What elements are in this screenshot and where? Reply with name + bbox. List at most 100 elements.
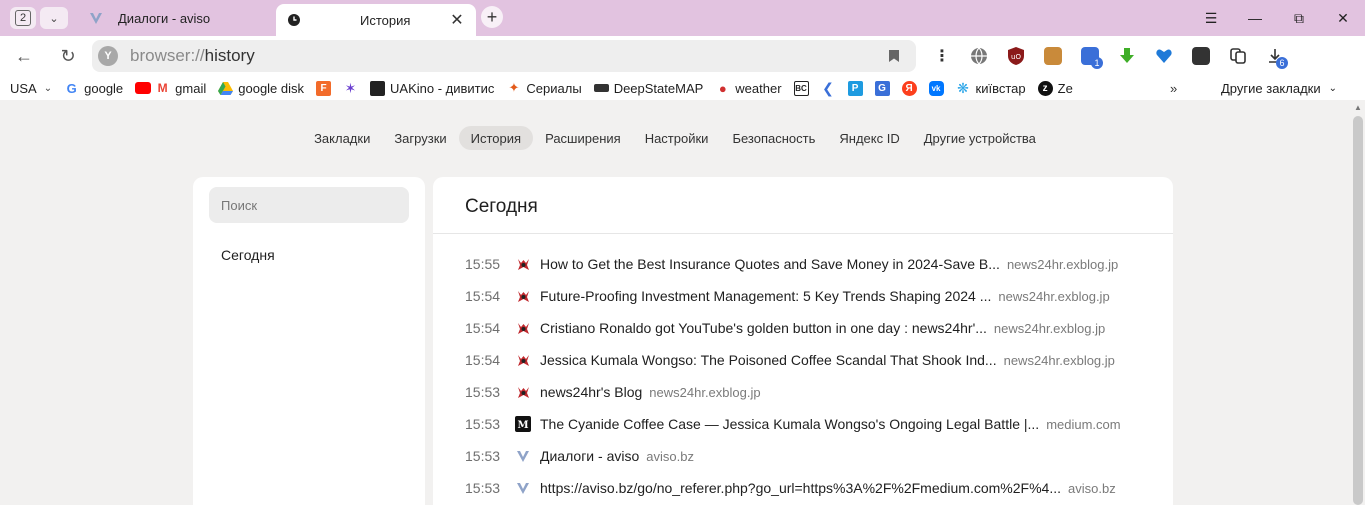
bookmark-uakino[interactable]: UAKino - дивитис bbox=[370, 80, 494, 96]
tab-aviso[interactable]: Диалоги - aviso bbox=[80, 4, 270, 32]
history-title-link[interactable]: Диалоги - aviso bbox=[540, 448, 639, 464]
tab-history[interactable]: История ✕ bbox=[276, 4, 476, 36]
bookmark-google[interactable]: Ggoogle bbox=[64, 81, 124, 96]
bookmarks-overflow-icon[interactable]: » bbox=[1170, 76, 1177, 100]
history-row[interactable]: 15:55 How to Get the Best Insurance Quote… bbox=[465, 248, 1141, 280]
bookmark-weather[interactable]: ● weather bbox=[715, 81, 782, 96]
bookmark-star[interactable]: ✶ bbox=[343, 80, 358, 96]
history-host[interactable]: aviso.bz bbox=[1068, 481, 1116, 496]
bookmark-vk[interactable]: vk bbox=[928, 80, 944, 96]
yandex-protect-icon[interactable]: Y bbox=[98, 46, 118, 66]
nav-security[interactable]: Безопасность bbox=[720, 126, 827, 150]
package-extension-icon[interactable] bbox=[1039, 42, 1067, 70]
minimize-icon[interactable]: — bbox=[1233, 0, 1277, 36]
bookmark-serials[interactable]: ✦ Сериалы bbox=[506, 80, 581, 96]
heart-shield-extension-icon[interactable] bbox=[1150, 42, 1178, 70]
globe-extension-icon[interactable] bbox=[965, 42, 993, 70]
nav-other-devices[interactable]: Другие устройства bbox=[912, 126, 1048, 150]
tab-strip: 2 ⌄ Диалоги - aviso История ✕ + ☰ — ⧉ ✕ bbox=[0, 0, 1365, 36]
history-row[interactable]: 15:53 Диалоги - aviso aviso.bz bbox=[465, 440, 1141, 472]
svg-text:M: M bbox=[517, 420, 528, 431]
history-host[interactable]: medium.com bbox=[1046, 417, 1120, 432]
translate-icon: G bbox=[874, 80, 890, 96]
bookmark-ze[interactable]: z Ze bbox=[1037, 80, 1073, 96]
history-title-link[interactable]: Jessica Kumala Wongso: The Poisoned Coff… bbox=[540, 352, 997, 368]
close-tab-icon[interactable]: ✕ bbox=[448, 11, 466, 29]
bookmark-chevron[interactable]: ❮ bbox=[821, 79, 836, 96]
history-title-link[interactable]: news24hr's Blog bbox=[540, 384, 642, 400]
history-list: 15:55 How to Get the Best Insurance Quote… bbox=[465, 248, 1141, 504]
f-orange-icon: F bbox=[316, 80, 332, 96]
download-arrow-extension-icon[interactable] bbox=[1113, 42, 1141, 70]
menu-hamburger-icon[interactable]: ☰ bbox=[1189, 0, 1233, 36]
back-arrow-icon[interactable]: ← bbox=[12, 44, 36, 68]
more-dots-icon[interactable]: ⋮ bbox=[928, 42, 956, 70]
restore-icon[interactable]: ⧉ bbox=[1277, 0, 1321, 36]
history-row[interactable]: 15:53 M The Cyanide Coffee Case — Jessica … bbox=[465, 408, 1141, 440]
bookmark-usa-folder[interactable]: USA ⌄ bbox=[10, 81, 52, 96]
nav-downloads[interactable]: Загрузки bbox=[382, 126, 458, 150]
scrollbar-thumb[interactable] bbox=[1353, 116, 1363, 505]
exblog-icon bbox=[515, 320, 531, 336]
history-host[interactable]: news24hr.exblog.jp bbox=[649, 385, 760, 400]
nav-yandex-id[interactable]: Яндекс ID bbox=[827, 126, 911, 150]
exblog-icon bbox=[515, 384, 531, 400]
history-host[interactable]: news24hr.exblog.jp bbox=[994, 321, 1105, 336]
history-row[interactable]: 15:54 Jessica Kumala Wongso: The Poisoned… bbox=[465, 344, 1141, 376]
new-tab-plus-icon[interactable]: + bbox=[481, 6, 503, 28]
search-input[interactable] bbox=[209, 187, 409, 223]
tab-count-button[interactable]: 2 bbox=[10, 7, 36, 29]
svg-text:uO: uO bbox=[1011, 53, 1021, 61]
bc-icon: BC bbox=[793, 80, 809, 96]
bookmark-deepstatemap[interactable]: DeepStateMAP bbox=[593, 81, 703, 96]
translate-extension-icon[interactable]: 1 bbox=[1076, 42, 1104, 70]
bookmark-google-disk[interactable]: google disk bbox=[218, 81, 304, 96]
history-title-link[interactable]: Future-Proofing Investment Management: 5… bbox=[540, 288, 991, 304]
history-title-link[interactable]: How to Get the Best Insurance Quotes and… bbox=[540, 256, 1000, 272]
address-url[interactable]: browser://history bbox=[130, 46, 884, 66]
tab-count: 2 bbox=[15, 10, 31, 26]
deepstate-icon bbox=[593, 84, 609, 92]
bookmark-p[interactable]: P bbox=[847, 80, 863, 96]
history-row[interactable]: 15:53 news24hr's Blog news24hr.exblog.jp bbox=[465, 376, 1141, 408]
address-bar[interactable]: Y browser://history bbox=[92, 40, 916, 72]
z-icon: z bbox=[1037, 80, 1053, 96]
history-row[interactable]: 15:54 Future-Proofing Investment Manageme… bbox=[465, 280, 1141, 312]
copy-extension-icon[interactable] bbox=[1224, 42, 1252, 70]
history-row[interactable]: 15:54 Cristiano Ronaldo got YouTube's gol… bbox=[465, 312, 1141, 344]
history-host[interactable]: news24hr.exblog.jp bbox=[1007, 257, 1118, 272]
tab-list-chevron-icon[interactable]: ⌄ bbox=[40, 7, 68, 29]
scroll-up-arrow-icon[interactable]: ▲ bbox=[1353, 102, 1363, 112]
history-title-link[interactable]: https://aviso.bz/go/no_referer.php?go_ur… bbox=[540, 480, 1061, 496]
p-blue-icon: P bbox=[847, 80, 863, 96]
bookmark-f[interactable]: F bbox=[316, 80, 332, 96]
divider bbox=[433, 233, 1173, 234]
bookmark-icon[interactable] bbox=[884, 46, 904, 66]
yandex-icon: Я bbox=[901, 80, 917, 96]
terminal-extension-icon[interactable] bbox=[1187, 42, 1215, 70]
bookmark-gmail[interactable]: Mgmail bbox=[135, 81, 206, 96]
nav-settings[interactable]: Настройки bbox=[633, 126, 721, 150]
history-host[interactable]: news24hr.exblog.jp bbox=[998, 289, 1109, 304]
chevron-blue-icon: ❮ bbox=[822, 79, 834, 96]
history-title-link[interactable]: Cristiano Ronaldo got YouTube's golden b… bbox=[540, 320, 987, 336]
nav-history[interactable]: История bbox=[458, 126, 534, 150]
ublock-icon[interactable]: uO bbox=[1002, 42, 1030, 70]
nav-bookmarks[interactable]: Закладки bbox=[302, 126, 382, 150]
downloads-icon[interactable]: 6 bbox=[1261, 42, 1289, 70]
bookmark-translate[interactable]: G bbox=[874, 80, 890, 96]
bookmark-kyivstar[interactable]: ❋ київстар bbox=[956, 80, 1025, 96]
other-bookmarks-folder[interactable]: Другие закладки ⌄ bbox=[1221, 76, 1337, 100]
clock-icon bbox=[286, 12, 302, 28]
nav-extensions[interactable]: Расширения bbox=[533, 126, 633, 150]
history-row[interactable]: 15:53 https://aviso.bz/go/no_referer.php?… bbox=[465, 472, 1141, 504]
bookmark-bc[interactable]: BC bbox=[793, 80, 809, 96]
history-host[interactable]: aviso.bz bbox=[646, 449, 694, 464]
history-title-link[interactable]: The Cyanide Coffee Case — Jessica Kumala… bbox=[540, 416, 1039, 432]
close-window-icon[interactable]: ✕ bbox=[1321, 0, 1365, 36]
reload-icon[interactable]: ↻ bbox=[56, 44, 80, 68]
sidebar-item-today[interactable]: Сегодня bbox=[221, 247, 275, 263]
medium-icon: M bbox=[515, 416, 531, 432]
history-host[interactable]: news24hr.exblog.jp bbox=[1004, 353, 1115, 368]
bookmark-yandex[interactable]: Я bbox=[901, 80, 917, 96]
